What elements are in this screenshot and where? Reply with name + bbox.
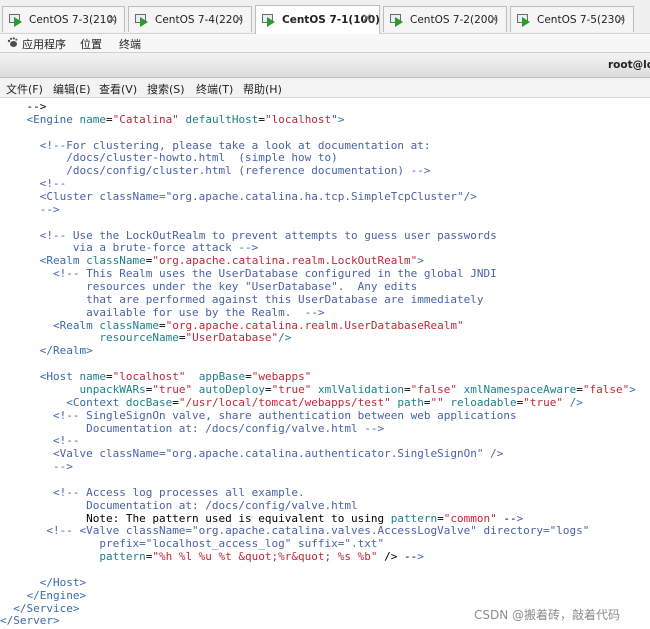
code-line: <!-- [52,434,80,448]
vm-tab-centos-7-3[interactable]: CentOS 7-3(210) ✕ [2,6,125,32]
close-icon[interactable]: ✕ [362,11,372,25]
code-line: <Context docBase="/usr/local/tomcat/weba… [66,395,583,409]
terminal-title-bar: root@loc [0,52,650,78]
menu-terminal[interactable]: 终端(T) [196,81,233,97]
code-line: </Service> [13,601,80,615]
menu-file[interactable]: 文件(F) [6,81,43,97]
vm-tab-centos-7-5[interactable]: CentOS 7-5(230) ✕ [510,6,634,32]
code-line: that are performed against this UserData… [0,292,484,306]
vm-tab-label: CentOS 7-3(210) [29,13,118,26]
vm-tab-label: CentOS 7-4(220) [155,13,244,26]
vm-icon [517,13,531,27]
terminal-content[interactable]: --> <Engine name="Catalina" defaultHost=… [0,98,650,629]
code-line: <Cluster className="org.apache.catalina.… [0,190,477,204]
code-line: <Valve className="org.apache.catalina.au… [0,447,504,461]
menu-search[interactable]: 搜索(S) [147,81,185,97]
applications-menu[interactable]: 应用程序 [22,36,66,52]
code-line: </Realm> [39,344,93,358]
code-line: resourceName="UserDatabase"/> [99,331,292,345]
code-line: /docs/cluster-howto.html (simple how to) [0,151,338,165]
close-icon[interactable]: ✕ [107,12,117,26]
code-line: <Engine name="Catalina" defaultHost="loc… [26,112,345,126]
watermark: CSDN @搬着砖，敲着代码 [474,608,621,622]
vm-icon [9,13,23,27]
menu-help[interactable]: 帮助(H) [243,81,282,97]
gnome-foot-icon [7,37,18,47]
code-line: via a brute-force attack --> [0,241,259,255]
menu-edit[interactable]: 编辑(E) [53,81,91,97]
menu-view[interactable]: 查看(V) [99,81,137,97]
code-line: prefix="localhost_access_log" suffix=".t… [0,537,385,551]
vm-tab-centos-7-2[interactable]: CentOS 7-2(200) ✕ [383,6,507,32]
terminal-menu-bar: 文件(F) 编辑(E) 查看(V) 搜索(S) 终端(T) 帮助(H) [0,78,650,98]
code-line: <!-- Access log processes all example. [52,485,305,499]
code-line: available for use by the Realm. --> [0,305,325,319]
vm-icon [390,13,404,27]
vm-tab-centos-7-4[interactable]: CentOS 7-4(220) ✕ [128,6,252,32]
gnome-top-bar: 应用程序 位置 终端 [0,34,650,52]
code-line: Documentation at: /docs/config/valve.htm… [0,498,358,512]
code-line: <Realm className="org.apache.catalina.re… [52,318,464,332]
code-line: </Host> [39,575,87,589]
code-line: <!-- This Realm uses the UserDatabase co… [52,267,497,281]
code-line: </Server> [0,614,60,628]
code-line: <!-- <Valve className="org.apache.catali… [46,524,590,538]
code-line: <Host name="localhost" appBase="webapps" [39,370,312,384]
vm-icon [262,14,276,27]
close-icon[interactable]: ✕ [616,12,626,26]
code-line: <Realm className="org.apache.catalina.re… [39,254,424,268]
vm-tab-bar: CentOS 7-3(210) ✕ CentOS 7-4(220) ✕ Cent… [0,0,650,34]
code-line: /docs/config/cluster.html (reference doc… [0,164,431,178]
code-line: <!--For clustering, please take a look a… [39,138,431,152]
code-line: <!-- SingleSignOn valve, share authentic… [52,408,517,422]
window-title: root@loc [608,59,650,71]
code-line: </Engine> [26,588,87,602]
code-line: --> [0,100,47,113]
places-menu[interactable]: 位置 [80,36,102,52]
vm-tab-label: CentOS 7-2(200) [410,13,499,26]
code-line: pattern="%h %l %u %t &quot;%r&quot; %s %… [99,550,424,564]
code-line: <!-- [39,177,67,191]
code-line: Documentation at: /docs/config/valve.htm… [0,421,385,435]
vm-icon [135,13,149,27]
close-icon[interactable]: ✕ [234,12,244,26]
code-line: resources under the key "UserDatabase". … [0,280,418,294]
close-icon[interactable]: ✕ [489,12,499,26]
code-line: --> [0,202,60,216]
code-line: Note: The pattern used is equivalent to … [0,511,524,525]
code-line: <!-- Use the LockOutRealm to prevent att… [39,228,497,242]
terminal-app-menu[interactable]: 终端 [119,36,141,52]
vm-tab-label: CentOS 7-5(230) [537,13,626,26]
vm-tab-centos-7-1[interactable]: CentOS 7-1(100) ✕ [255,5,380,34]
code-line: unpackWARs="true" autoDeploy="true" xmlV… [79,382,636,396]
code-line: --> [0,460,73,474]
